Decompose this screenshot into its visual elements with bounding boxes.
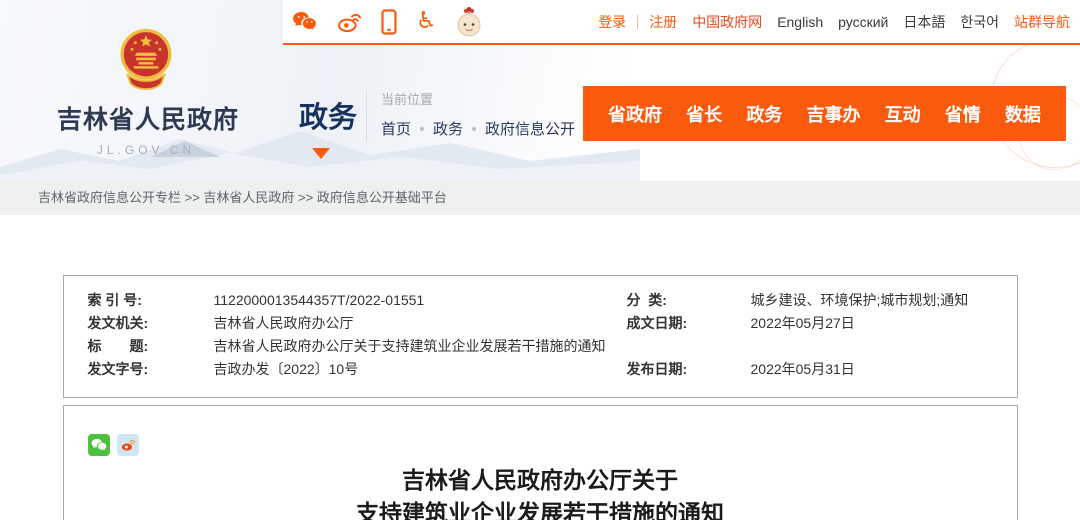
dot-separator [472, 127, 476, 131]
section-zhengwu[interactable]: 政务 [299, 94, 357, 136]
meta-row-date-published: 发布日期: 2022年05月31日 [621, 358, 1017, 381]
share-buttons [88, 434, 1017, 456]
meta-row-document-number: 发文字号: 吉政办发〔2022〕10号 [64, 358, 621, 381]
breadcrumb-info-disclosure[interactable]: 政府信息公开 [485, 118, 575, 139]
breadcrumb-zhengwu[interactable]: 政务 [433, 118, 463, 139]
social-icons: ♿ [292, 6, 482, 38]
nav-interaction[interactable]: 互动 [885, 101, 921, 127]
lang-english-link[interactable]: English [777, 14, 823, 30]
meta-value: 吉林省人民政府办公厅关于支持建筑业企业发展若干措施的通知 [214, 335, 621, 358]
wechat-icon[interactable] [292, 11, 317, 32]
location-label: 当前位置 [381, 89, 575, 108]
lang-russian-link[interactable]: русский [838, 14, 888, 30]
dot-separator [420, 127, 424, 131]
lang-korean-link[interactable]: 한국어 [960, 12, 999, 32]
caret-down-icon [312, 148, 330, 159]
nav-zhengwu[interactable]: 政务 [746, 101, 782, 127]
top-utility-bar: ♿ 登录 注册 中国政府网 English русский [283, 0, 1080, 45]
weibo-icon[interactable] [336, 11, 362, 33]
national-emblem-icon [117, 28, 175, 92]
weibo-share-icon[interactable] [117, 434, 139, 456]
nav-governor[interactable]: 省长 [686, 101, 722, 127]
site-name: 吉林省人民政府 [57, 100, 235, 136]
metadata-left-column: 索 引 号: 1122000013544357T/2022-01551 发文机关… [64, 289, 621, 381]
mobile-icon[interactable] [381, 9, 397, 35]
document-title-line1: 吉林省人民政府办公厅关于 [88, 464, 993, 497]
meta-value: 2022年05月27日 [751, 312, 1017, 335]
meta-label: 发文机关: [64, 312, 214, 335]
document-content: 吉林省人民政府办公厅关于 支持建筑业企业发展若干措施的通知 [63, 405, 1018, 520]
meta-label: 发布日期: [621, 358, 751, 381]
mascot-icon[interactable] [456, 6, 482, 38]
document-title: 吉林省人民政府办公厅关于 支持建筑业企业发展若干措施的通知 [88, 464, 993, 520]
accessibility-icon[interactable]: ♿ [416, 10, 437, 33]
meta-label: 分 类: [621, 289, 751, 312]
nav-data[interactable]: 数据 [1005, 101, 1041, 127]
lang-japanese-link[interactable]: 日本語 [903, 12, 945, 32]
register-link[interactable]: 注册 [649, 12, 677, 32]
site-logo[interactable]: 吉林省人民政府 JL.GOV.CN [57, 28, 235, 157]
vertical-divider [366, 90, 367, 142]
meta-row-issuing-agency: 发文机关: 吉林省人民政府办公厅 [64, 312, 621, 335]
meta-row-date-written: 成文日期: 2022年05月27日 [621, 312, 1017, 335]
meta-row-spacer [621, 335, 1017, 358]
page-header: ♿ 登录 注册 中国政府网 English русский [0, 0, 1080, 181]
meta-value: 1122000013544357T/2022-01551 [214, 289, 621, 312]
location-breadcrumb: 首页 政务 政府信息公开 [381, 118, 575, 139]
meta-label: 索 引 号: [64, 289, 214, 312]
meta-value: 2022年05月31日 [751, 358, 1017, 381]
main-navigation: 省政府 省长 政务 吉事办 互动 省情 数据 [583, 86, 1066, 141]
breadcrumb-home[interactable]: 首页 [381, 118, 411, 139]
meta-label: 发文字号: [64, 358, 214, 381]
meta-label: 标 题: [64, 335, 214, 358]
site-group-nav-link[interactable]: 站群导航 [1014, 12, 1070, 32]
meta-row-title: 标 题: 吉林省人民政府办公厅关于支持建筑业企业发展若干措施的通知 [64, 335, 621, 358]
document-title-line2: 支持建筑业企业发展若干措施的通知 [88, 497, 993, 520]
meta-row-category: 分 类: 城乡建设、环境保护;城市规划;通知 [621, 289, 1017, 312]
info-disclosure-breadcrumb[interactable]: 吉林省政府信息公开专栏 >> 吉林省人民政府 >> 政府信息公开基础平台 [0, 181, 1080, 215]
login-link[interactable]: 登录 [598, 12, 626, 32]
meta-value: 吉政办发〔2022〕10号 [214, 358, 621, 381]
metadata-right-column: 分 类: 城乡建设、环境保护;城市规划;通知 成文日期: 2022年05月27日… [621, 289, 1017, 381]
site-domain: JL.GOV.CN [57, 143, 235, 157]
meta-value: 城乡建设、环境保护;城市规划;通知 [751, 289, 1017, 312]
wechat-share-icon[interactable] [88, 434, 110, 456]
nav-provincial-gov[interactable]: 省政府 [608, 101, 662, 127]
location-block: 当前位置 首页 政务 政府信息公开 [381, 89, 575, 139]
nav-province-profile[interactable]: 省情 [945, 101, 981, 127]
meta-value: 吉林省人民政府办公厅 [214, 312, 621, 335]
divider [637, 15, 638, 29]
meta-label: 成文日期: [621, 312, 751, 335]
document-metadata-table: 索 引 号: 1122000013544357T/2022-01551 发文机关… [63, 275, 1018, 398]
utility-links: 登录 注册 中国政府网 English русский 日本語 한국어 站群导航 [598, 12, 1070, 32]
nav-jishiban[interactable]: 吉事办 [806, 101, 860, 127]
meta-row-index-number: 索 引 号: 1122000013544357T/2022-01551 [64, 289, 621, 312]
gov-cn-link[interactable]: 中国政府网 [692, 12, 762, 32]
